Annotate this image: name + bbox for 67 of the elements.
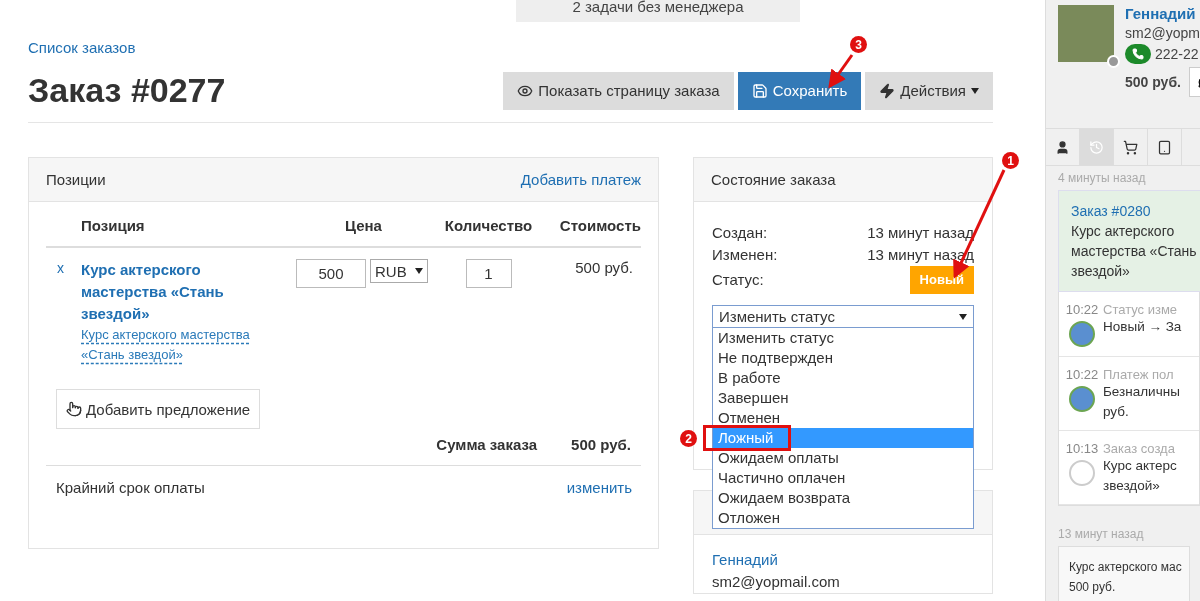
total-label: Сумма заказа — [436, 436, 538, 453]
event-time: 10:22 — [1065, 302, 1099, 317]
event-time: 10:22 — [1065, 367, 1099, 382]
customer-email: sm2@yopm — [1125, 25, 1200, 41]
column-header: Цена — [296, 202, 431, 248]
field-value: 13 минут назад — [867, 223, 974, 243]
status-badge: Новый — [909, 266, 974, 294]
field-label: Статус: — [712, 270, 764, 290]
note-card: Курс актерского мас 500 руб. — [1058, 546, 1190, 601]
phone-icon[interactable] — [1125, 44, 1151, 64]
table-cell-text: 500 руб. — [575, 259, 634, 276]
currency-select[interactable]: RUB — [370, 259, 428, 283]
add-offer-button[interactable]: Добавить предложение — [56, 389, 261, 429]
tablet-icon — [1157, 139, 1172, 155]
event-title: Заказ созда — [1103, 441, 1176, 456]
field-label: Изменен: — [712, 245, 778, 265]
remove-link[interactable]: x — [46, 260, 64, 276]
status-dot — [1107, 55, 1120, 68]
customer-balance: 500 руб. — [1125, 74, 1181, 90]
annotation-number: 3 — [850, 36, 867, 53]
column-header: Количество — [431, 202, 546, 248]
view-page-button[interactable]: Показать страницу заказа — [503, 71, 734, 110]
event-time: 10:13 — [1065, 441, 1099, 456]
time-ago: 13 минут назад — [1057, 526, 1145, 543]
product-link[interactable]: Курс актерского мастерства «Стань звездой» — [81, 259, 241, 325]
avatar-photo-placeholder — [1069, 386, 1095, 412]
column-header: Стоимость — [546, 202, 641, 248]
event-text: Безналичны руб. — [1103, 383, 1181, 421]
time-ago: 4 минуты назад — [1057, 170, 1147, 187]
actions-dropdown-button[interactable]: Действия — [865, 71, 993, 110]
order-text: Курс актерского мастерства «Стань звездой» — [1071, 223, 1197, 279]
add-payment-link[interactable]: Добавить платеж — [520, 171, 641, 188]
deadline-label: Крайний срок оплаты — [56, 479, 205, 496]
avatar-photo-placeholder — [1069, 321, 1095, 347]
change-link[interactable]: изменить — [566, 479, 632, 496]
cart-icon — [1123, 139, 1138, 155]
price-input[interactable]: 500 — [296, 259, 366, 288]
save-button[interactable]: Сохранить — [737, 71, 862, 110]
column-header: Позиция — [81, 202, 296, 248]
total-value: 500 руб. — [571, 436, 631, 453]
event-title: Платеж пол — [1103, 367, 1175, 382]
hand-pointer-icon — [66, 401, 82, 417]
annotation-number: 2 — [680, 430, 697, 447]
user-icon — [1055, 139, 1070, 155]
history-icon — [1089, 139, 1104, 155]
variant-link[interactable]: Курс актерского мастерства «Стань звездой» — [81, 325, 266, 365]
breadcrumb-link[interactable]: Список заказов — [28, 39, 136, 56]
notice-banner[interactable]: 2 задачи без менеджера — [516, 0, 800, 22]
order-link[interactable]: Заказ #0280 — [1071, 201, 1200, 221]
event-text: Новый → За — [1103, 318, 1183, 336]
avatar-silhouette — [1069, 460, 1095, 486]
customer-name-link[interactable]: Геннадий — [1125, 5, 1200, 22]
panel-title: Состояние заказа — [711, 171, 836, 188]
customer-name-link[interactable]: Геннадий — [712, 551, 778, 568]
quantity-input[interactable]: 1 — [465, 259, 512, 288]
page-title: Заказ #0277 — [28, 71, 226, 110]
customer-email: sm2@yopmail.com — [712, 572, 841, 592]
annotation-number: 1 — [1002, 152, 1019, 169]
caret-icon — [415, 268, 423, 274]
event-title: Статус изме — [1103, 302, 1179, 317]
event-text: Курс актерс звездой» — [1103, 457, 1178, 495]
panel-title: Позиции — [46, 171, 106, 188]
caret-icon — [959, 313, 967, 320]
lightning-icon — [879, 82, 896, 99]
customer-phone: 222-22 — [1155, 46, 1199, 62]
field-label: Создан: — [712, 223, 768, 243]
caret-icon — [971, 87, 979, 94]
